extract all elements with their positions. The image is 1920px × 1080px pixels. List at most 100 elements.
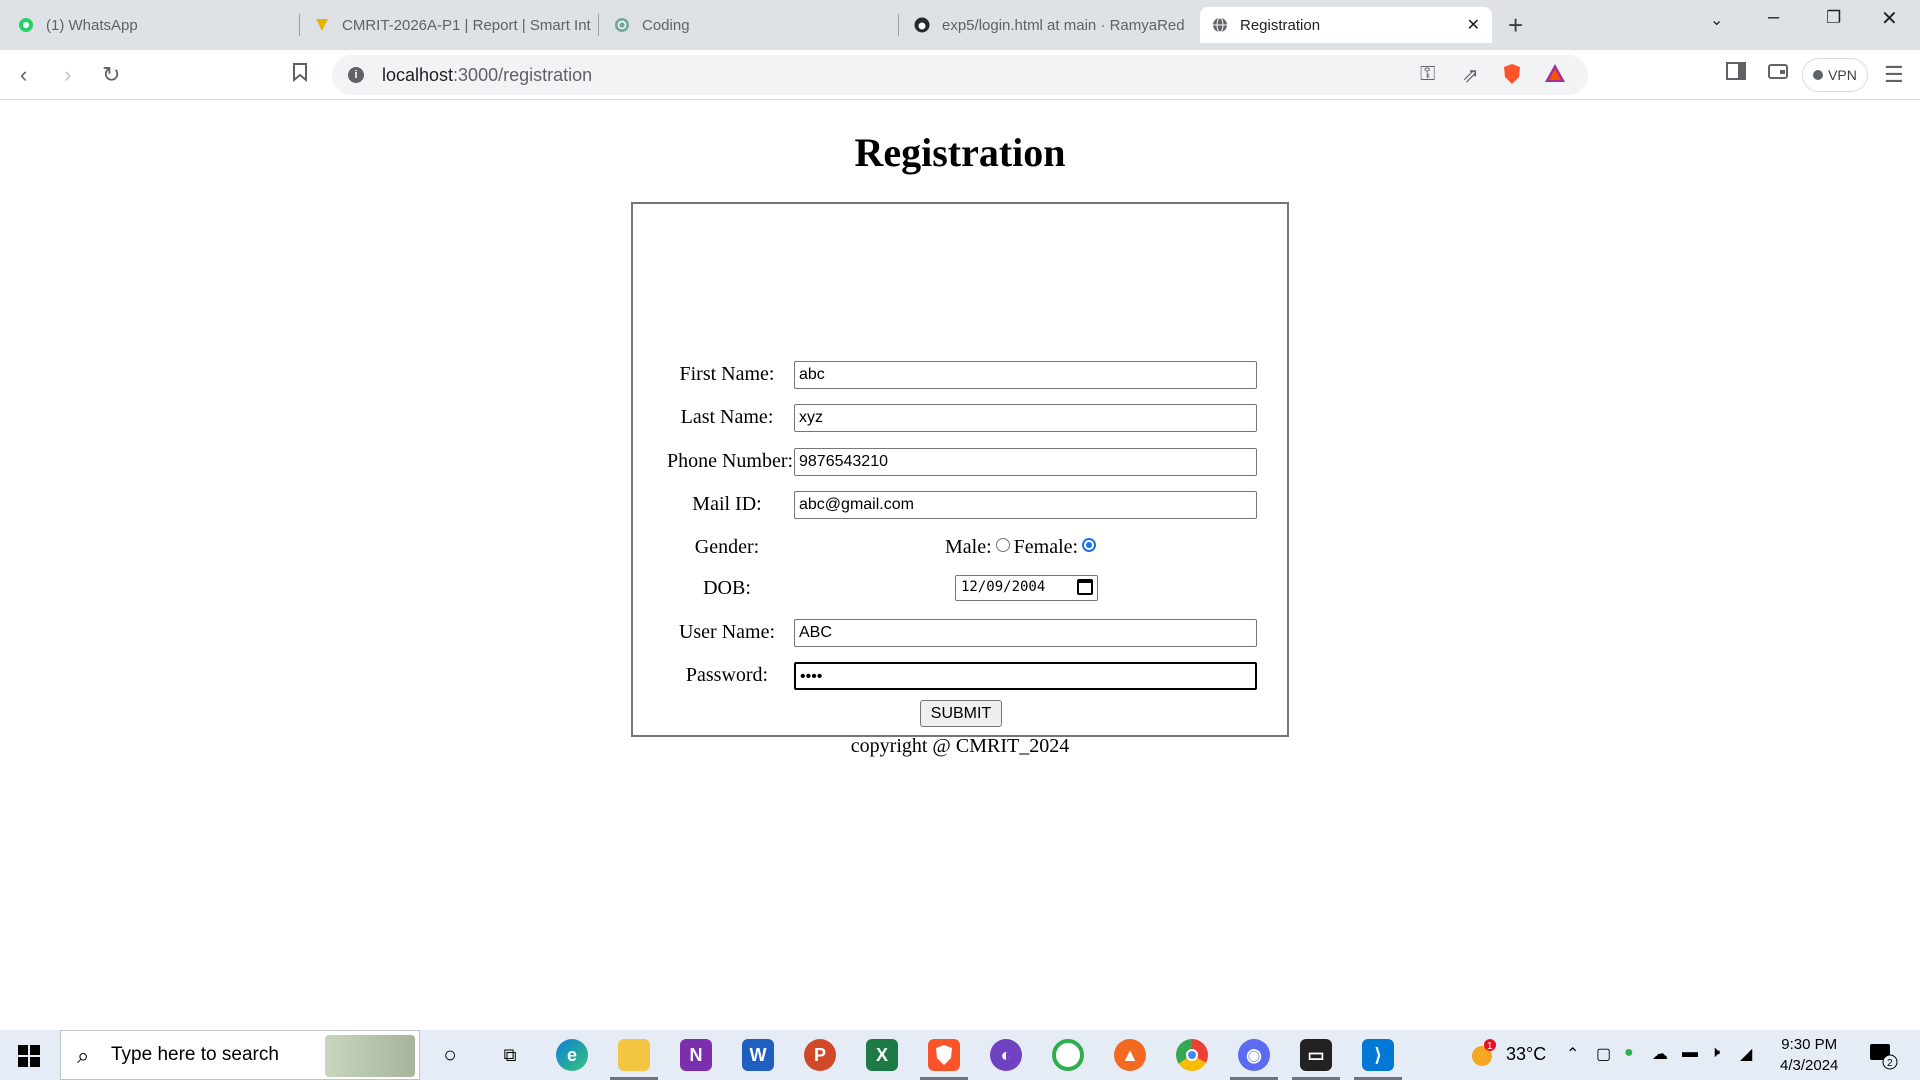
gender-label: Gender: — [694, 536, 760, 558]
chrome-icon[interactable] — [1176, 1039, 1208, 1071]
tab-divider — [299, 14, 300, 36]
chatgpt-icon — [614, 17, 630, 33]
globe-icon — [1212, 17, 1228, 33]
tab-smart-interviews[interactable]: CMRIT-2026A-P1 | Report | Smart Int — [302, 7, 592, 43]
phone-input[interactable]: 9876543210 — [794, 448, 1257, 476]
url-text[interactable]: localhost:3000/registration — [382, 65, 592, 86]
tab-registration[interactable]: Registration ✕ — [1200, 7, 1492, 43]
chevron-up-icon[interactable]: ⌃ — [1566, 1044, 1579, 1064]
close-icon[interactable]: ✕ — [1467, 15, 1480, 35]
male-radio[interactable] — [995, 538, 1010, 552]
bookmark-icon[interactable] — [292, 62, 308, 88]
tab-title: (1) WhatsApp — [46, 16, 138, 34]
username-label: User Name: — [678, 621, 776, 643]
brave-rewards-icon[interactable] — [1544, 63, 1566, 89]
first-name-row: First Name: abc — [633, 359, 1287, 389]
password-label: Password: — [685, 664, 769, 686]
window-close-icon[interactable]: ✕ — [1881, 6, 1898, 31]
notification-center-icon[interactable]: 2 — [1868, 1040, 1898, 1075]
browser-toolbar: ‹ › ↻ i localhost:3000/registration ⚿ ⇗ … — [0, 50, 1920, 100]
password-input[interactable]: •••• — [794, 662, 1257, 690]
wallet-icon[interactable] — [1768, 62, 1788, 86]
tab-github[interactable]: exp5/login.html at main · RamyaRed — [902, 7, 1192, 43]
word-icon[interactable]: W — [742, 1039, 774, 1071]
calendar-icon[interactable] — [1077, 579, 1093, 595]
site-info-icon[interactable]: i — [348, 67, 364, 83]
minimize-icon[interactable]: – — [1768, 6, 1779, 29]
registration-form: First Name: abc Last Name: xyz Phone Num… — [631, 202, 1289, 737]
clock-date: 4/3/2024 — [1780, 1057, 1839, 1074]
excel-icon[interactable]: X — [866, 1039, 898, 1071]
orange-app-icon[interactable]: ▲ — [1114, 1039, 1146, 1071]
onedrive-icon[interactable]: ☁ — [1652, 1044, 1668, 1064]
weather-icon[interactable]: 1 — [1468, 1038, 1498, 1075]
password-row: Password: •••• — [633, 660, 1287, 690]
temperature-text[interactable]: 33°C — [1506, 1044, 1546, 1065]
taskbar-search-box[interactable]: ⌕ Type here to search — [60, 1030, 420, 1080]
url-path: :3000/registration — [453, 65, 593, 85]
file-explorer-icon[interactable] — [610, 1039, 658, 1080]
tab-search-chevron-icon[interactable]: ⌄ — [1710, 10, 1723, 30]
back-arrow-icon[interactable]: ‹ — [20, 62, 27, 88]
first-name-input[interactable]: abc — [794, 361, 1257, 389]
tab-title: CMRIT-2026A-P1 | Report | Smart Int — [342, 16, 591, 34]
terminal-icon[interactable]: ▭ — [1292, 1039, 1340, 1080]
mail-input[interactable]: abc@gmail.com — [794, 491, 1257, 519]
gender-row: Gender: Male: Female: — [633, 532, 1287, 562]
green-ring-app-icon[interactable] — [1052, 1039, 1084, 1071]
mail-row: Mail ID: abc@gmail.com — [633, 489, 1287, 519]
volume-muted-icon[interactable]: 🕨 — [1710, 1044, 1720, 1062]
powerpoint-icon[interactable]: P — [804, 1039, 836, 1071]
forward-arrow-icon[interactable]: › — [64, 62, 71, 88]
female-radio[interactable] — [1082, 538, 1097, 552]
chrome-profile-icon[interactable]: ◉ — [1230, 1039, 1278, 1080]
address-bar[interactable]: i localhost:3000/registration ⚿ ⇗ — [332, 55, 1588, 95]
vpn-label: VPN — [1828, 67, 1857, 83]
first-name-label: First Name: — [679, 363, 775, 385]
share-icon[interactable]: ⇗ — [1462, 63, 1479, 88]
search-highlight-image — [325, 1035, 415, 1077]
brave-shields-icon[interactable] — [1502, 63, 1522, 91]
dob-label: DOB: — [703, 577, 751, 599]
submit-button[interactable]: SUBMIT — [920, 700, 1002, 727]
green-tray-icon[interactable]: ● — [1624, 1044, 1634, 1062]
wifi-icon[interactable]: ◢ — [1740, 1044, 1752, 1064]
taskbar: ⌕ Type here to search ○ ⧉ e N W P X ◐ ▲ … — [0, 1030, 1920, 1080]
male-label: Male: — [945, 536, 992, 558]
whatsapp-icon — [18, 17, 34, 33]
edge-icon[interactable]: e — [556, 1039, 588, 1071]
sidebar-icon[interactable] — [1726, 62, 1746, 86]
key-icon[interactable]: ⚿ — [1420, 63, 1435, 86]
last-name-label: Last Name: — [680, 406, 774, 428]
female-label: Female: — [1013, 536, 1079, 558]
dob-date-input[interactable]: 12/09/2004 — [955, 575, 1098, 601]
username-input[interactable]: ABC — [794, 619, 1257, 647]
dob-row: DOB: 12/09/2004 — [633, 573, 1287, 603]
battery-icon[interactable]: ▬ — [1682, 1044, 1698, 1062]
meet-now-icon[interactable]: ▢ — [1596, 1044, 1611, 1064]
brave-browser-icon[interactable] — [920, 1039, 968, 1080]
tab-whatsapp[interactable]: (1) WhatsApp — [6, 7, 296, 43]
taskbar-clock[interactable]: 9:30 PM 4/3/2024 — [1780, 1034, 1838, 1076]
task-view-icon[interactable]: ⧉ — [494, 1039, 526, 1071]
reload-icon[interactable]: ↻ — [102, 62, 120, 88]
vpn-button[interactable]: VPN — [1802, 58, 1868, 92]
tab-title: exp5/login.html at main · RamyaRed — [942, 16, 1185, 34]
vpn-app-icon[interactable]: ◐ — [990, 1039, 1022, 1071]
smartinterviews-icon — [314, 17, 330, 33]
mail-label: Mail ID: — [692, 493, 762, 515]
tab-title: Registration — [1240, 16, 1321, 34]
onenote-icon[interactable]: N — [680, 1039, 712, 1071]
username-row: User Name: ABC — [633, 617, 1287, 647]
cortana-icon[interactable]: ○ — [434, 1039, 466, 1071]
footer-copyright: copyright @ CMRIT_2024 — [850, 735, 1070, 757]
vscode-icon[interactable]: ⟩ — [1354, 1039, 1402, 1080]
last-name-input[interactable]: xyz — [794, 404, 1257, 432]
tab-coding[interactable]: Coding — [602, 7, 892, 43]
page-content: Registration First Name: abc Last Name: … — [0, 101, 1920, 1030]
windows-start-icon[interactable] — [18, 1045, 40, 1067]
gender-options: Male: Female: — [945, 532, 1100, 562]
new-tab-icon[interactable]: + — [1508, 10, 1523, 41]
restore-icon[interactable]: ❐ — [1826, 8, 1841, 28]
menu-icon[interactable]: ☰ — [1884, 62, 1904, 88]
